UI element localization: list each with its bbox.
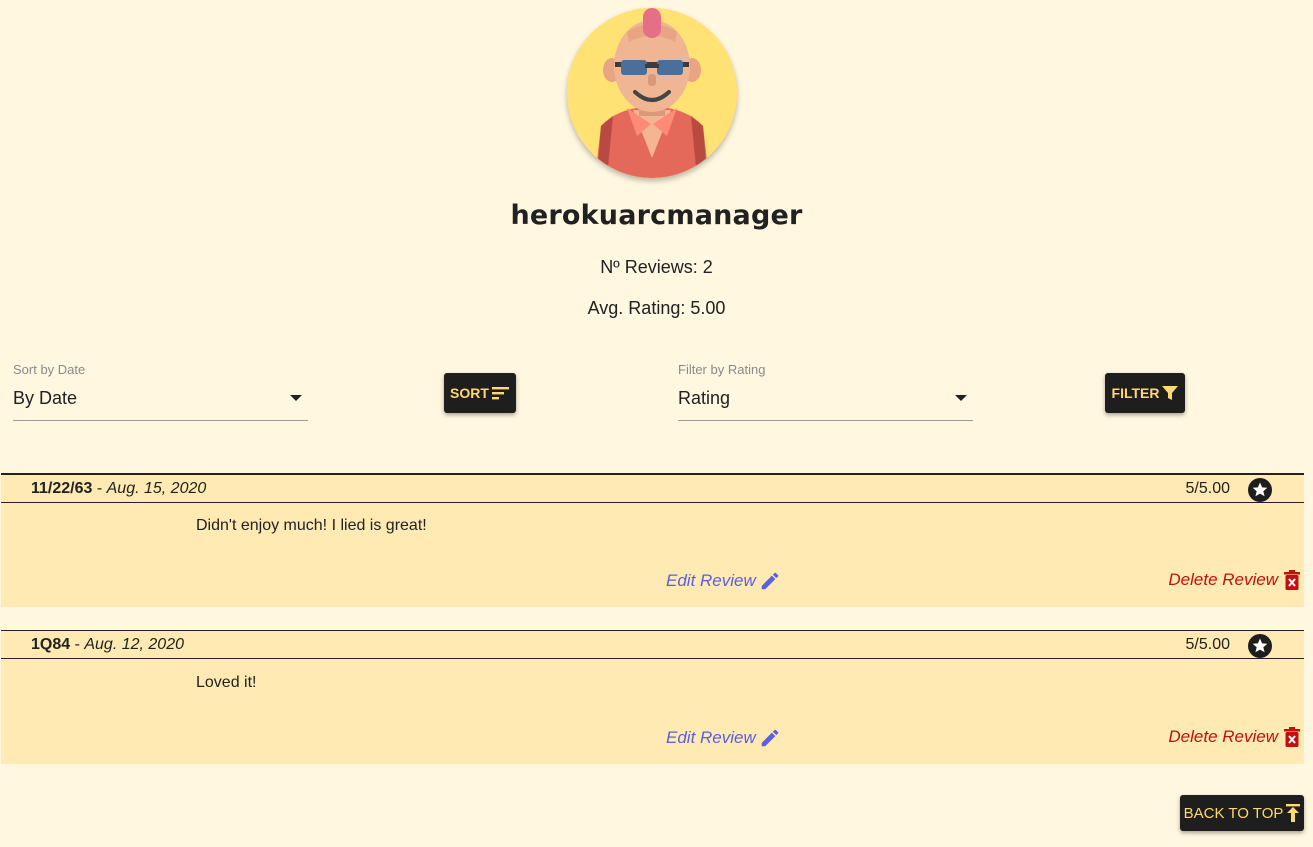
- review-date: Aug. 12, 2020: [84, 636, 184, 653]
- review-date: Aug. 15, 2020: [106, 480, 207, 497]
- filter-button-label: FILTER: [1111, 385, 1160, 401]
- back-to-top-label: BACK TO TOP: [1183, 804, 1284, 822]
- filter-button[interactable]: FILTER: [1105, 373, 1185, 413]
- sort-select-label: Sort by Date: [13, 362, 86, 377]
- filter-icon: [1162, 386, 1179, 400]
- delete-review-link[interactable]: Delete Review: [1168, 727, 1300, 747]
- review-book-title[interactable]: 1Q84: [31, 636, 70, 653]
- delete-review-label: Delete Review: [1168, 727, 1278, 746]
- delete-review-link[interactable]: Delete Review: [1168, 570, 1300, 590]
- filter-select-label: Filter by Rating: [678, 362, 766, 377]
- review-title: 1Q84 - Aug. 12, 2020: [31, 636, 184, 654]
- avatar-illustration: [567, 8, 737, 178]
- sort-select[interactable]: Sort by Date By Date: [13, 362, 308, 421]
- review-card: 1Q84 - Aug. 12, 2020 5/5.00 Loved it! Ed…: [1, 630, 1304, 764]
- username: herokuarcmanager: [510, 200, 803, 231]
- filter-select-value-box[interactable]: Rating: [678, 386, 973, 421]
- sort-button[interactable]: SORT: [444, 373, 516, 413]
- review-score: 5/5.00: [1185, 636, 1230, 653]
- sort-icon: [491, 387, 509, 400]
- review-title: 11/22/63 - Aug. 15, 2020: [31, 480, 206, 498]
- avatar: [567, 8, 737, 178]
- review-separator: -: [92, 480, 107, 497]
- edit-review-label: Edit Review: [666, 728, 756, 747]
- edit-review-label: Edit Review: [666, 571, 756, 590]
- delete-review-label: Delete Review: [1168, 570, 1278, 589]
- arrow-up-bar-icon: [1286, 804, 1301, 822]
- back-to-top-button[interactable]: BACK TO TOP: [1180, 795, 1304, 831]
- trash-icon: [1284, 570, 1300, 590]
- star-icon: [1248, 478, 1272, 502]
- trash-icon: [1284, 727, 1300, 747]
- review-book-title[interactable]: 11/22/63: [31, 480, 92, 497]
- sort-button-label: SORT: [450, 385, 489, 401]
- review-header: 1Q84 - Aug. 12, 2020 5/5.00: [1, 630, 1304, 659]
- filter-select-value: Rating: [678, 388, 731, 408]
- review-text: Didn't enjoy much! I lied is great!: [196, 517, 427, 534]
- caret-down-icon: [290, 395, 302, 401]
- review-card: 11/22/63 - Aug. 15, 2020 5/5.00 Didn't e…: [1, 473, 1304, 607]
- pencil-icon: [761, 572, 779, 590]
- edit-review-link[interactable]: Edit Review: [666, 727, 781, 749]
- review-score: 5/5.00: [1185, 480, 1230, 497]
- pencil-icon: [761, 729, 779, 747]
- average-rating: Avg. Rating: 5.00: [587, 298, 726, 318]
- sort-select-value-box[interactable]: By Date: [13, 386, 308, 421]
- caret-down-icon: [955, 395, 967, 401]
- review-separator: -: [70, 636, 85, 653]
- sort-select-value: By Date: [13, 388, 78, 408]
- edit-review-link[interactable]: Edit Review: [666, 570, 781, 592]
- reviews-count: Nº Reviews: 2: [600, 257, 713, 277]
- star-icon: [1248, 634, 1272, 658]
- review-text: Loved it!: [196, 674, 257, 691]
- filter-select[interactable]: Filter by Rating Rating: [678, 362, 973, 421]
- review-header: 11/22/63 - Aug. 15, 2020 5/5.00: [1, 473, 1304, 503]
